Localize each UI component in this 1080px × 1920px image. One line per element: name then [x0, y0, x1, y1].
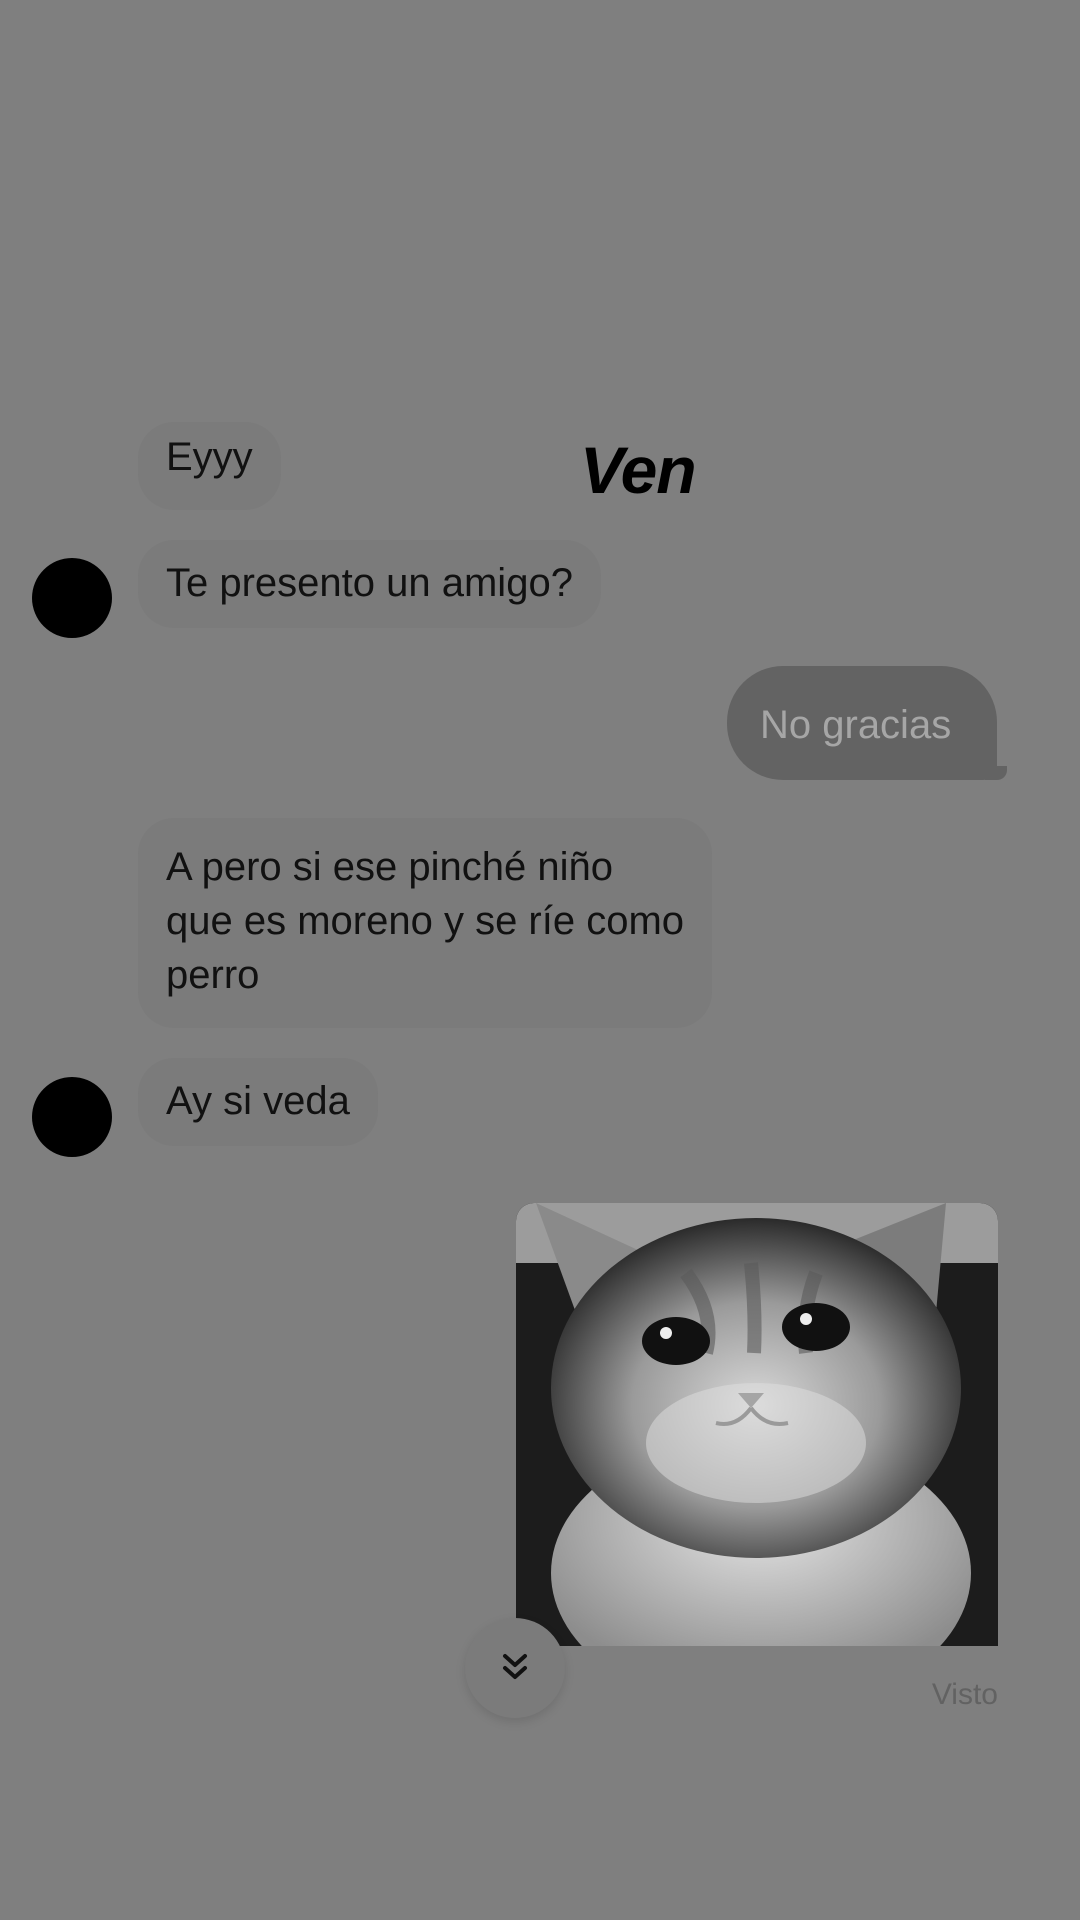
- message-bubble-outgoing[interactable]: No gracias: [727, 666, 1007, 780]
- message-text-line: que es moreno y se ríe como: [166, 899, 685, 943]
- message-text: Te presento un amigo?: [166, 561, 573, 605]
- message-bubble-incoming[interactable]: Te presento un amigo?: [138, 540, 601, 628]
- avatar[interactable]: [32, 1077, 112, 1157]
- scroll-to-bottom-button[interactable]: [465, 1618, 565, 1718]
- avatar[interactable]: [32, 558, 112, 638]
- chat-thread: Ven Eyyy Te presento un amigo? No gracia…: [0, 0, 1080, 1920]
- message-text: Eyyy: [166, 435, 253, 479]
- overlay-caption: Ven: [580, 433, 697, 507]
- double-chevron-down-icon: [503, 1654, 527, 1679]
- message-text: No gracias: [760, 703, 952, 747]
- message-text-line: perro: [166, 953, 260, 997]
- message-text: Ay si veda: [166, 1079, 350, 1123]
- message-bubble-incoming[interactable]: Ay si veda: [138, 1058, 378, 1146]
- bubble-tail: [985, 766, 1007, 780]
- crying-cat-image[interactable]: [516, 1203, 998, 1646]
- seen-status: Visto: [931, 1678, 998, 1711]
- message-bubble-incoming[interactable]: A pero si ese pinché niño que es moreno …: [138, 818, 713, 1028]
- message-bubble-incoming[interactable]: Eyyy: [138, 422, 281, 510]
- message-text-line: A pero si ese pinché niño: [166, 845, 613, 889]
- cat-illustration: [516, 1203, 998, 1646]
